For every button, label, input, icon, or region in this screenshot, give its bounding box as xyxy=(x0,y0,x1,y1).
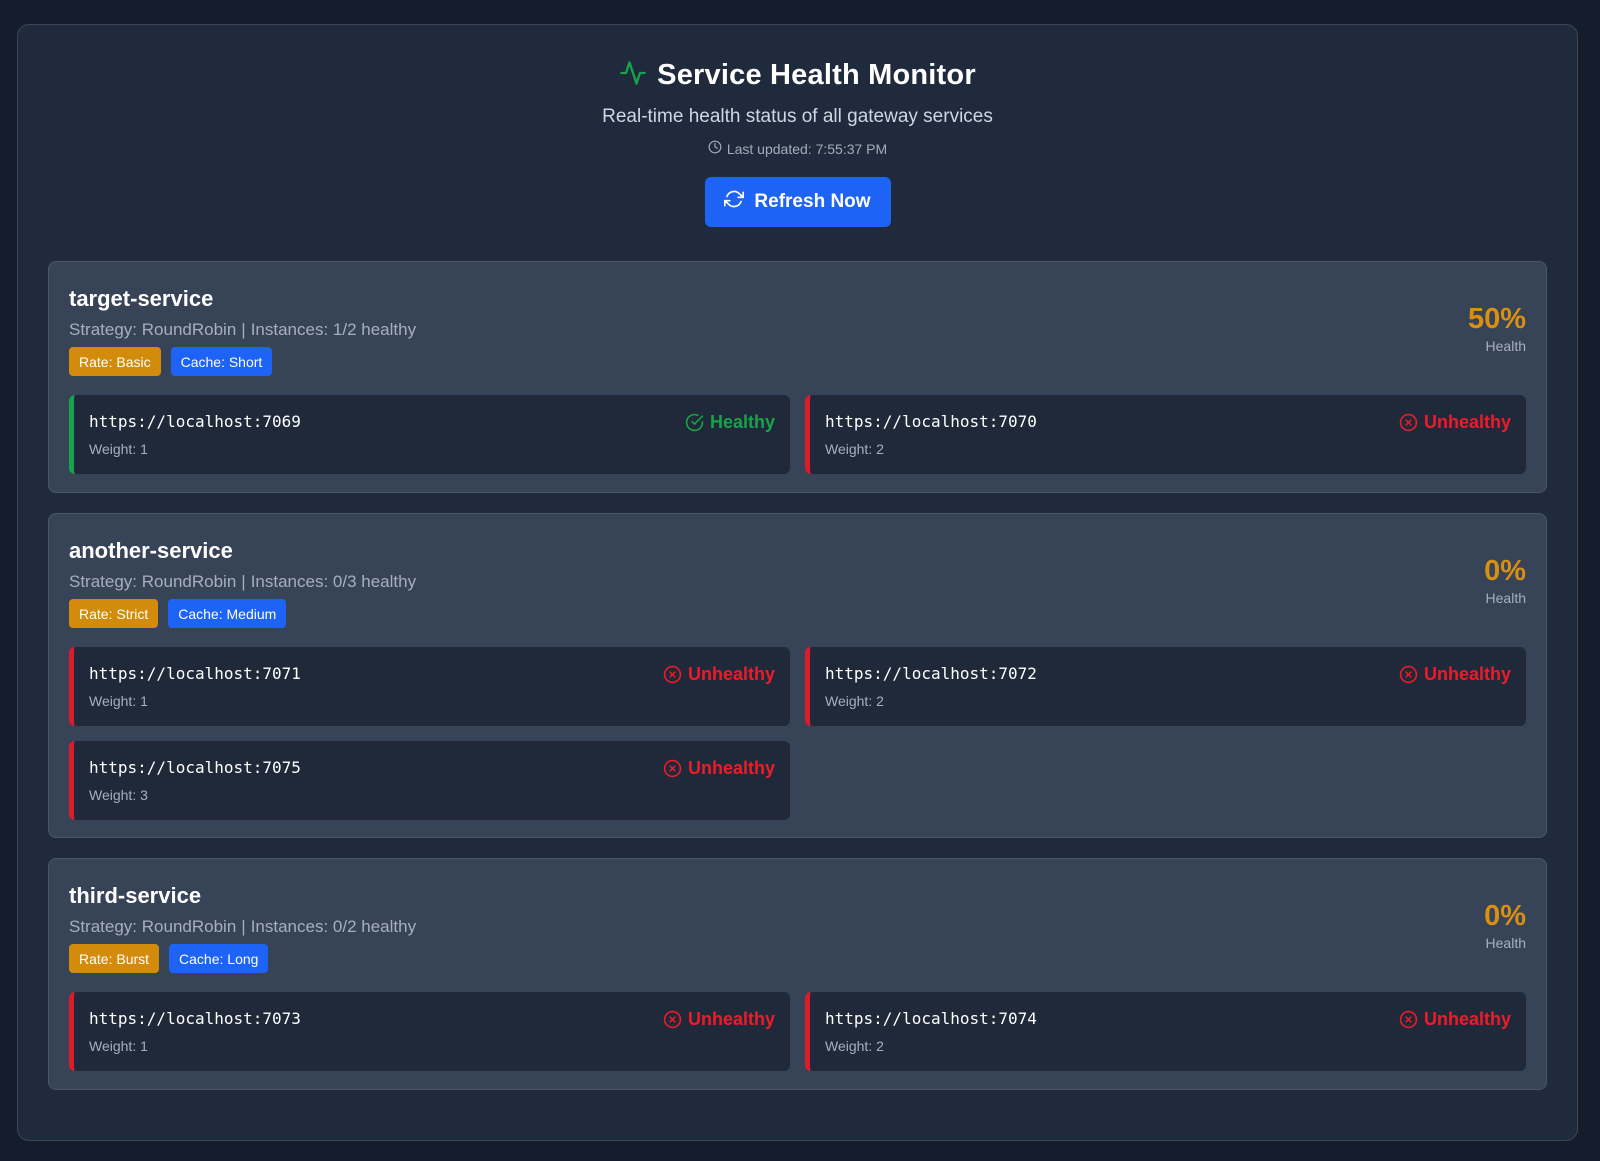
service-tags: Rate: Strict Cache: Medium xyxy=(69,599,287,628)
health-summary: 50% Health xyxy=(1468,302,1526,354)
instance-card: https://localhost:7073 Weight: 1 Unhealt… xyxy=(69,992,790,1071)
service-instances-summary: Instances: 0/2 healthy xyxy=(250,917,417,936)
status-label: Unhealthy xyxy=(1423,664,1511,684)
page-subtitle: Real-time health status of all gateway s… xyxy=(602,106,993,127)
status-label: Unhealthy xyxy=(687,1009,775,1029)
instance-weight: Weight: 3 xyxy=(89,787,148,803)
status-label: Unhealthy xyxy=(1423,1009,1511,1029)
status-label: Unhealthy xyxy=(687,664,775,684)
instance-url: https://localhost:7073 xyxy=(89,1009,301,1028)
service-meta: Strategy: RoundRobin | Instances: 1/2 heal… xyxy=(69,320,417,339)
service-card-third-service: third-service Strategy: RoundRobin | Insta… xyxy=(48,858,1547,1090)
health-monitor-panel: Service Health Monitor Real-time health … xyxy=(17,24,1578,1141)
service-meta: Strategy: RoundRobin | Instances: 0/2 heal… xyxy=(69,917,417,936)
x-circle-icon xyxy=(663,1010,682,1029)
instance-card: https://localhost:7075 Weight: 3 Unhealt… xyxy=(69,741,790,820)
status-unhealthy: Unhealthy xyxy=(663,1009,775,1030)
instance-weight: Weight: 1 xyxy=(89,441,148,457)
instance-url: https://localhost:7075 xyxy=(89,758,301,777)
rate-badge: Rate: Strict xyxy=(69,599,159,628)
instance-weight: Weight: 1 xyxy=(89,693,148,709)
last-updated-text: Last updated: 7:55:37 PM xyxy=(726,140,888,157)
page-header: Service Health Monitor Real-time health … xyxy=(18,25,1577,227)
x-circle-icon xyxy=(1399,413,1418,432)
health-summary: 0% Health xyxy=(1484,554,1526,606)
x-circle-icon xyxy=(663,759,682,778)
health-percent: 0% xyxy=(1484,555,1526,587)
instance-weight: Weight: 2 xyxy=(825,441,884,457)
status-unhealthy: Unhealthy xyxy=(663,758,775,779)
service-card-target-service: target-service Strategy: RoundRobin | Inst… xyxy=(48,261,1547,493)
x-circle-icon xyxy=(1399,665,1418,684)
health-label: Health xyxy=(1485,590,1526,606)
service-strategy: Strategy: RoundRobin xyxy=(69,917,237,936)
instance-card: https://localhost:7074 Weight: 2 Unhealt… xyxy=(805,992,1526,1071)
health-summary: 0% Health xyxy=(1484,899,1526,951)
health-label: Health xyxy=(1485,935,1526,951)
last-updated: Last updated: 7:55:37 PM xyxy=(18,140,1577,157)
cache-badge: Cache: Short xyxy=(170,347,273,376)
service-card-another-service: another-service Strategy: RoundRobin | Ins… xyxy=(48,513,1547,838)
status-unhealthy: Unhealthy xyxy=(1399,1009,1511,1030)
clock-icon xyxy=(708,140,722,157)
status-label: Healthy xyxy=(709,412,775,432)
health-percent: 0% xyxy=(1484,900,1526,932)
activity-icon xyxy=(619,59,647,92)
instance-card: https://localhost:7071 Weight: 1 Unhealt… xyxy=(69,647,790,726)
status-unhealthy: Unhealthy xyxy=(663,664,775,685)
title-row: Service Health Monitor xyxy=(18,59,1577,92)
service-strategy: Strategy: RoundRobin xyxy=(69,320,237,339)
status-healthy: Healthy xyxy=(685,412,775,433)
service-tags: Rate: Basic Cache: Short xyxy=(69,347,273,376)
instance-card: https://localhost:7070 Weight: 2 Unhealt… xyxy=(805,395,1526,474)
rate-badge: Rate: Burst xyxy=(69,944,160,973)
service-meta: Strategy: RoundRobin | Instances: 0/3 heal… xyxy=(69,572,417,591)
instance-weight: Weight: 1 xyxy=(89,1038,148,1054)
status-unhealthy: Unhealthy xyxy=(1399,412,1511,433)
service-name: third-service xyxy=(69,883,202,908)
cache-badge: Cache: Long xyxy=(169,944,269,973)
check-circle-icon xyxy=(685,413,704,432)
service-name: target-service xyxy=(69,286,214,311)
service-strategy: Strategy: RoundRobin xyxy=(69,572,237,591)
instance-url: https://localhost:7071 xyxy=(89,664,301,683)
x-circle-icon xyxy=(663,665,682,684)
instance-url: https://localhost:7069 xyxy=(89,412,301,431)
instance-url: https://localhost:7074 xyxy=(825,1009,1037,1028)
instance-card: https://localhost:7072 Weight: 2 Unhealt… xyxy=(805,647,1526,726)
service-tags: Rate: Burst Cache: Long xyxy=(69,944,269,973)
instance-url: https://localhost:7070 xyxy=(825,412,1037,431)
instance-url: https://localhost:7072 xyxy=(825,664,1037,683)
refresh-now-button[interactable]: Refresh Now xyxy=(704,177,891,227)
rate-badge: Rate: Basic xyxy=(69,347,161,376)
instance-grid: https://localhost:7073 Weight: 1 Unhealt… xyxy=(69,992,1526,1071)
instance-weight: Weight: 2 xyxy=(825,1038,884,1054)
health-label: Health xyxy=(1485,338,1526,354)
health-percent: 50% xyxy=(1467,303,1526,335)
service-instances-summary: Instances: 0/3 healthy xyxy=(250,572,417,591)
instance-grid: https://localhost:7071 Weight: 1 Unhealt… xyxy=(69,647,1526,820)
instance-weight: Weight: 2 xyxy=(825,693,884,709)
instance-grid: https://localhost:7069 Weight: 1 Healthy… xyxy=(69,395,1526,474)
status-label: Unhealthy xyxy=(687,758,775,778)
cache-badge: Cache: Medium xyxy=(168,599,287,628)
status-label: Unhealthy xyxy=(1423,412,1511,432)
refresh-now-label: Refresh Now xyxy=(754,191,871,212)
status-unhealthy: Unhealthy xyxy=(1399,664,1511,685)
x-circle-icon xyxy=(1399,1010,1418,1029)
instance-card: https://localhost:7069 Weight: 1 Healthy xyxy=(69,395,790,474)
refresh-icon xyxy=(724,189,745,215)
service-instances-summary: Instances: 1/2 healthy xyxy=(250,320,417,339)
page-title: Service Health Monitor xyxy=(657,59,976,91)
service-name: another-service xyxy=(69,538,233,563)
